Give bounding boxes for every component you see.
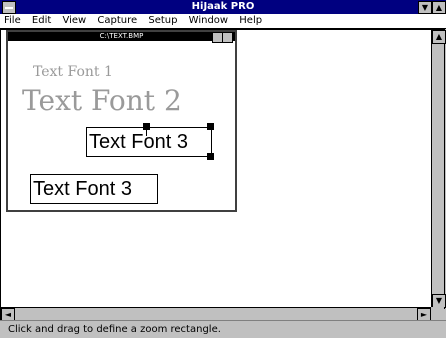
text-font-3: Text Font 3 [30,174,158,204]
menu-bar: File Edit View Capture Setup Window Help [0,14,446,29]
minimize-button[interactable]: ▼ [418,1,432,14]
window-title: HiJaak PRO [191,1,255,12]
document-title: C:\TEXT.BMP [8,32,235,41]
menu-file[interactable]: File [0,14,25,28]
maximize-button[interactable]: ▲ [432,1,446,14]
menu-setup[interactable]: Setup [144,14,181,28]
menu-view[interactable]: View [58,14,90,28]
scroll-up-icon[interactable]: ▲ [432,30,446,44]
title-bar: HiJaak PRO ▼ ▲ [0,0,446,14]
text-font-1: Text Font 1 [33,64,113,80]
menu-help[interactable]: Help [235,14,266,28]
status-text: Click and drag to define a zoom rectangl… [8,324,221,335]
horizontal-scrollbar[interactable]: ◄ ► [0,307,432,322]
menu-edit[interactable]: Edit [28,14,55,28]
resize-handle-top-right[interactable] [207,123,214,130]
app-window: HiJaak PRO ▼ ▲ File Edit View Capture Se… [0,0,446,338]
text-font-2: Text Font 2 [22,84,182,117]
resize-handle-bottom-right[interactable] [207,153,214,160]
selected-text-font-3[interactable]: Text Font 3 [86,127,212,157]
resize-handle-top[interactable] [143,123,150,130]
scroll-down-icon[interactable]: ▼ [432,294,446,308]
document-window[interactable]: C:\TEXT.BMP Text Font 1 Text Font 2 Text… [6,30,237,212]
status-bar: Click and drag to define a zoom rectangl… [0,320,446,338]
menu-capture[interactable]: Capture [93,14,141,28]
menu-window[interactable]: Window [185,14,232,28]
document-maximize-button[interactable] [222,32,233,43]
vertical-scrollbar[interactable]: ▲ ▼ [431,29,446,309]
scroll-corner [431,307,444,320]
